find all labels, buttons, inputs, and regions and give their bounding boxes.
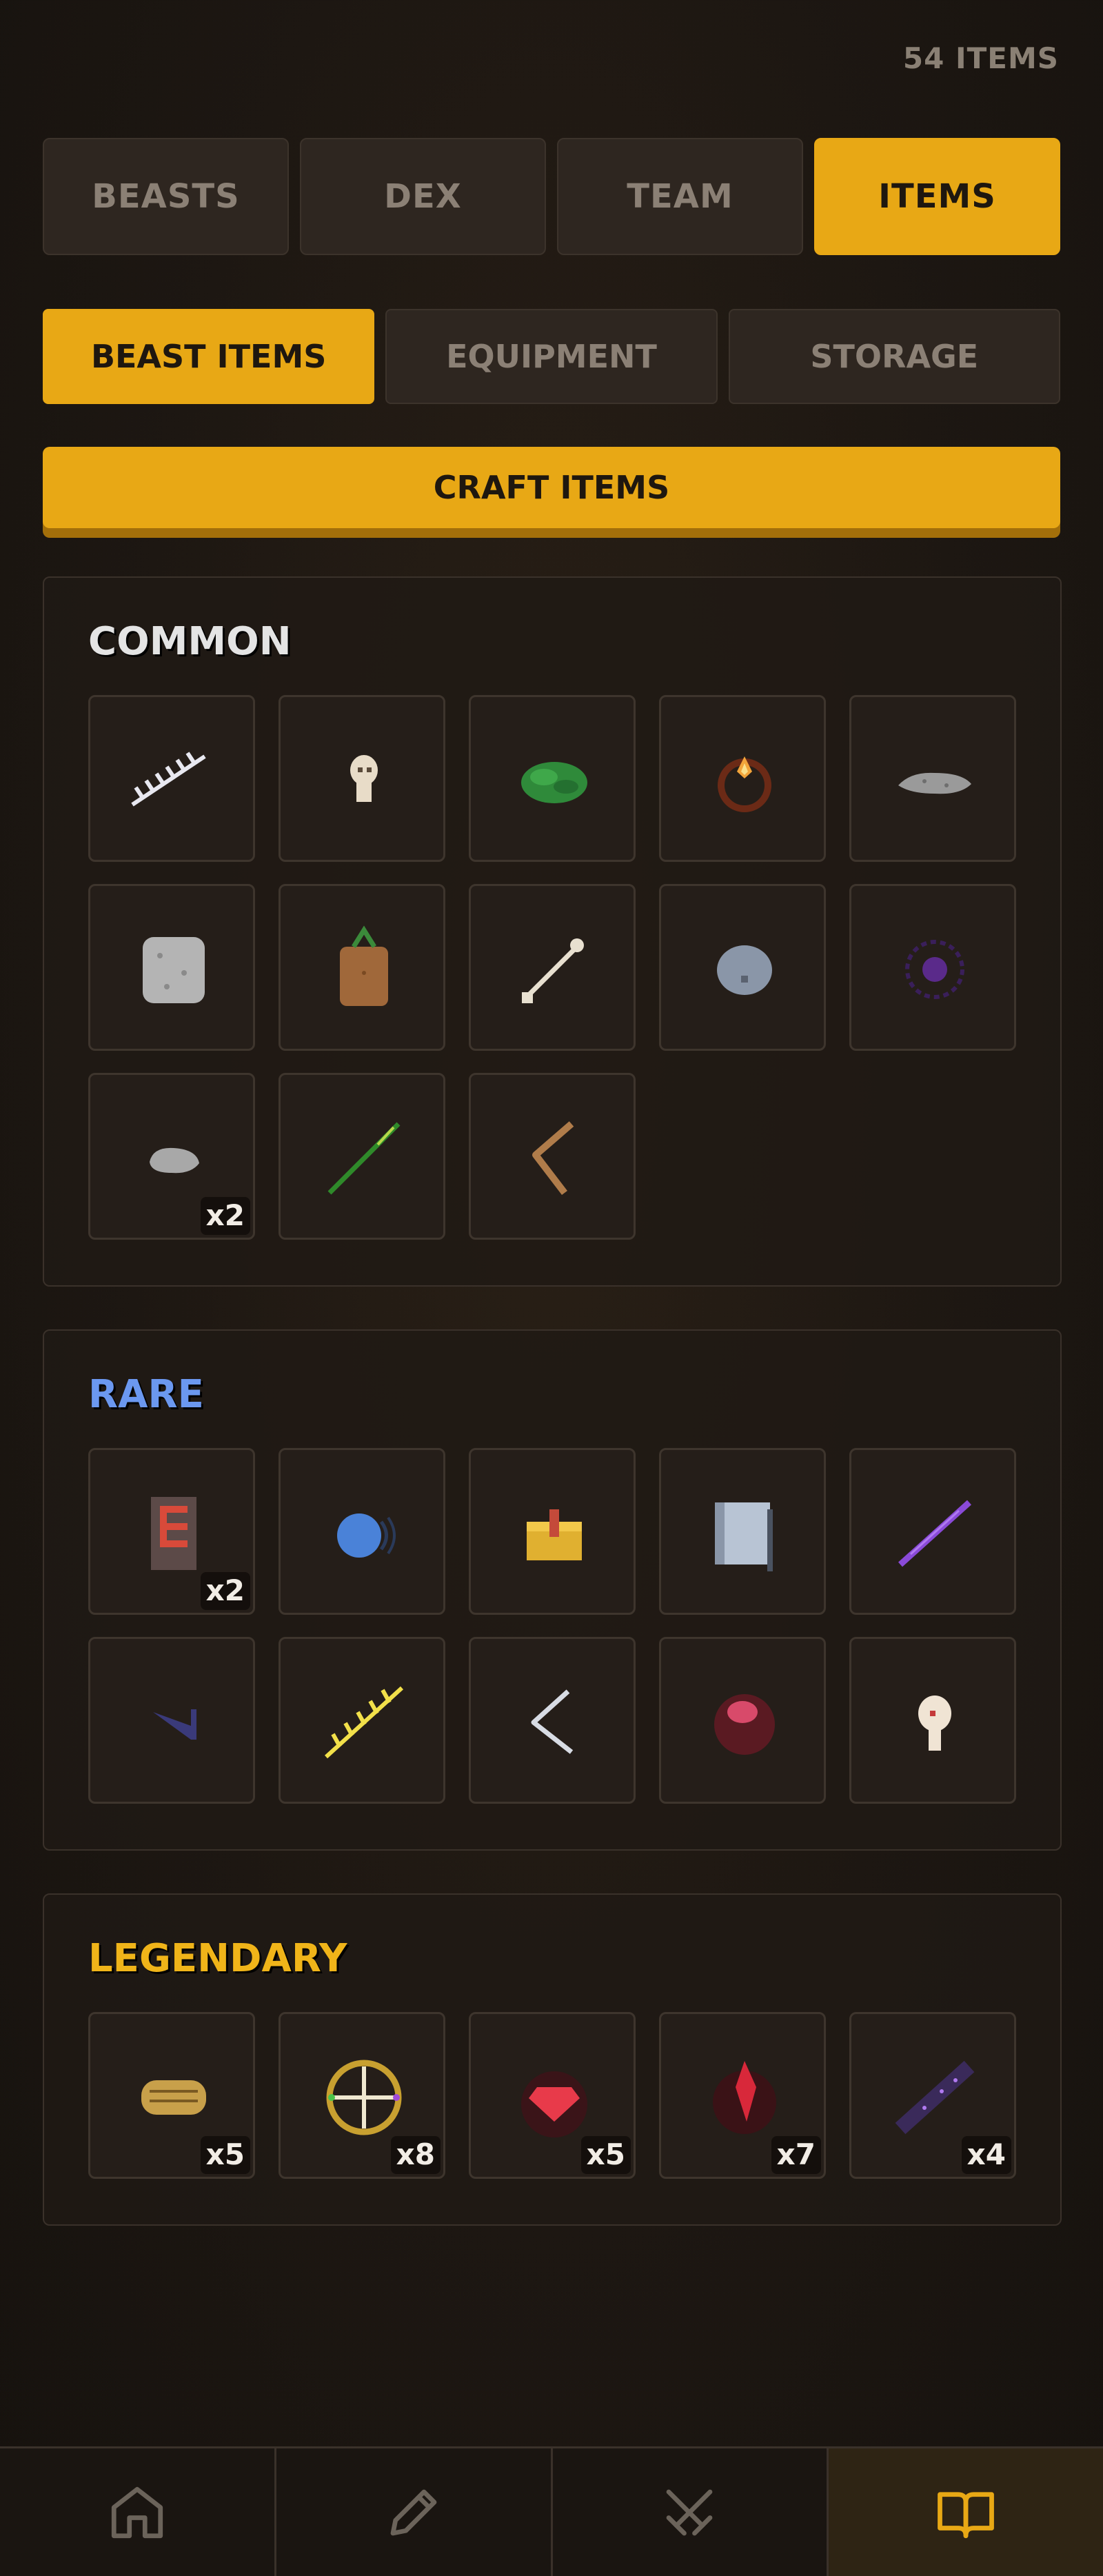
item-quantity: x4 [961,2136,1011,2174]
dark-shard-icon [153,1709,196,1740]
crossed-swords-icon [667,2489,713,2535]
nav-collection[interactable] [829,2448,1103,2576]
rune-tablet-icon [151,1497,196,1570]
open-book-icon [938,2491,994,2538]
item-slot[interactable] [88,695,255,862]
stone-block-icon [143,937,205,1003]
item-slot[interactable] [469,1448,636,1615]
pencil-icon [390,2489,436,2535]
item-quantity: x2 [200,1197,250,1235]
item-slot[interactable]: x5 [469,2012,636,2179]
void-blade-icon [895,2060,975,2135]
item-quantity: x8 [390,2136,441,2174]
subtab-storage[interactable]: STORAGE [728,309,1060,404]
item-slot[interactable] [469,1073,636,1240]
item-slot[interactable]: x2 [88,1448,255,1615]
item-subtabs: BEAST ITEMS EQUIPMENT STORAGE [43,309,1060,404]
fire-ring-icon [718,756,771,812]
bone-comb-icon [131,752,206,807]
tab-team[interactable]: TEAM [557,138,803,255]
rare-section: RARE x2 [43,1329,1062,1851]
item-count: 54 ITEMS [902,41,1059,75]
item-slot[interactable] [849,1448,1016,1615]
blue-orb-icon [337,1513,396,1558]
tab-beasts[interactable]: BEASTS [43,138,289,255]
item-slot[interactable]: x5 [88,2012,255,2179]
subtab-equipment[interactable]: EQUIPMENT [385,309,718,404]
item-slot[interactable] [279,1448,445,1615]
bottom-nav [0,2446,1103,2576]
fire-crystal-icon [713,2061,776,2134]
item-slot[interactable] [279,1073,445,1240]
legendary-item-grid: x5 x8 x5 x7 x4 [88,2012,1016,2179]
subtab-beast-items[interactable]: BEAST ITEMS [43,309,375,404]
ruby-heart-icon [521,2071,587,2137]
silver-hook-icon [531,1689,574,1754]
rare-item-grid: x2 [88,1448,1016,1804]
purple-wand-icon [898,1500,972,1567]
item-slot[interactable]: x7 [659,2012,826,2179]
item-slot[interactable] [279,884,445,1051]
legendary-section: LEGENDARY x5 x8 x5 x7 x4 [43,1893,1062,2226]
main-tabs: BEASTS DEX TEAM ITEMS [43,138,1060,255]
green-moss-icon [521,762,587,803]
item-quantity: x5 [580,2136,631,2174]
item-slot[interactable] [849,884,1016,1051]
key-wand-icon [522,938,584,1003]
nav-home[interactable] [0,2448,276,2576]
item-slot[interactable] [659,884,826,1051]
crimson-orb-icon [714,1694,775,1755]
item-slot[interactable] [88,884,255,1051]
item-slot[interactable] [659,1448,826,1615]
item-slot[interactable] [279,695,445,862]
section-title-rare: RARE [88,1372,204,1417]
item-quantity: x7 [771,2136,821,2174]
blood-skull-icon [918,1695,951,1751]
nav-edit[interactable] [276,2448,553,2576]
grey-pebble-icon [717,945,772,995]
item-quantity: x5 [200,2136,250,2174]
tab-items[interactable]: ITEMS [814,138,1060,255]
item-slot[interactable]: x4 [849,2012,1016,2179]
gold-chest-icon [527,1509,582,1560]
item-slot[interactable] [469,695,636,862]
small-skull-icon [350,755,378,802]
item-slot[interactable] [849,695,1016,862]
item-slot[interactable] [469,884,636,1051]
tab-dex[interactable]: DEX [300,138,546,255]
common-item-grid: x2 [88,695,1016,1240]
golden-scroll-icon [141,2080,206,2115]
item-slot[interactable] [469,1637,636,1804]
small-rock-icon [150,1147,199,1174]
craft-items-button[interactable]: CRAFT ITEMS [43,447,1060,528]
item-slot[interactable] [279,1637,445,1804]
nav-battle[interactable] [553,2448,829,2576]
item-slot[interactable] [659,695,826,862]
section-title-legendary: LEGENDARY [88,1936,347,1981]
golden-compass-icon [326,2060,402,2135]
item-slot[interactable]: x2 [88,1073,255,1240]
green-stick-icon [327,1122,401,1195]
item-quantity: x2 [200,1572,250,1610]
sprout-sack-icon [340,925,388,1006]
home-icon [111,2486,163,2538]
metal-scroll-icon [715,1502,773,1571]
item-slot[interactable] [849,1637,1016,1804]
wooden-boomerang-icon [532,1121,574,1196]
item-slot[interactable] [88,1637,255,1804]
item-slot[interactable] [659,1637,826,1804]
common-section: COMMON x2 [43,576,1062,1287]
grey-stone-slab-icon [898,772,971,794]
section-title-common: COMMON [88,619,292,664]
lightning-spine-icon [324,1686,404,1759]
item-slot[interactable]: x8 [279,2012,445,2179]
shadow-swirl-icon [905,940,964,999]
